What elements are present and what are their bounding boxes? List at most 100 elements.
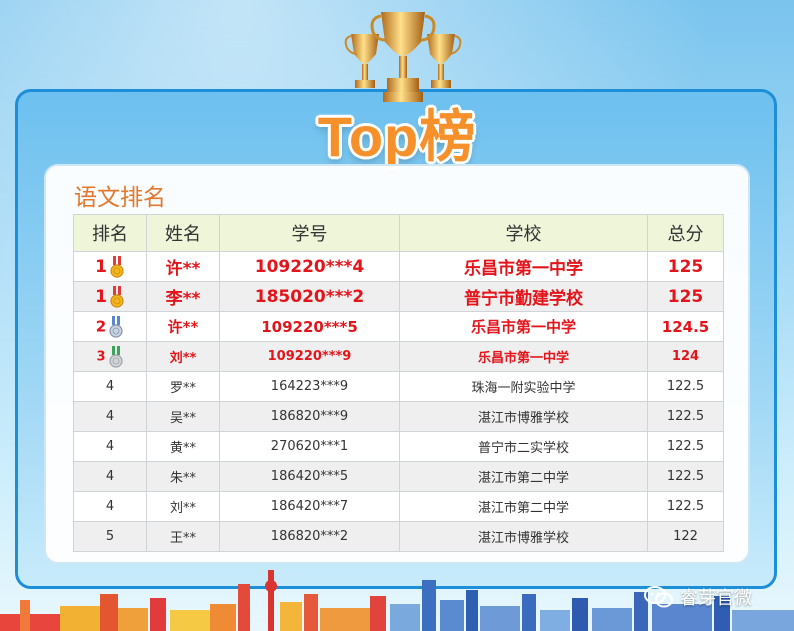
rank-cell-text: 4: [105, 379, 115, 394]
student-id-cell: 186420***5: [219, 461, 400, 492]
score-cell: 125: [647, 251, 724, 282]
name-cell: 许**: [146, 311, 220, 342]
school-cell-text: 湛江市博雅学校: [477, 411, 569, 426]
score-cell: 122.5: [647, 461, 724, 492]
school-cell-text: 湛江市博雅学校: [477, 531, 569, 546]
rank-cell-text: 5: [105, 529, 115, 544]
rank-cell: 4: [73, 431, 147, 462]
student-id-cell-text: 164223***9: [270, 379, 349, 394]
student-id-cell-text: 186420***7: [270, 499, 349, 514]
medal-icon: [110, 255, 124, 278]
name-cell-text: 罗**: [169, 381, 196, 396]
school-cell: 乐昌市第一中学: [399, 311, 648, 342]
medal-icon: [108, 345, 123, 368]
table-row: 1 许** 109220***4 乐昌市第一中学 125: [73, 251, 724, 282]
student-id-cell: 109220***9: [219, 341, 400, 372]
table-row: 1 李** 185020***2 普宁市勤建学校 125: [73, 281, 724, 312]
name-cell: 许**: [146, 251, 220, 282]
rank-cell-text: 1: [95, 256, 107, 277]
school-cell: 乐昌市第一中学: [399, 251, 648, 282]
student-id-cell: 186820***2: [219, 521, 400, 552]
table-row: 4 罗** 164223***9 珠海一附实验中学 122.5: [73, 371, 724, 402]
student-id-cell: 186820***9: [219, 401, 400, 432]
student-id-cell-text: 270620***1: [270, 439, 349, 454]
rank-cell-text: 4: [105, 409, 115, 424]
banner-title: Top榜: [317, 105, 477, 168]
header-name: 姓名: [146, 214, 220, 252]
student-id-cell-text: 186420***5: [270, 469, 349, 484]
name-cell-text: 李**: [165, 289, 201, 309]
school-cell: 湛江市博雅学校: [399, 521, 648, 552]
medal-icon: [110, 285, 124, 308]
rank-cell-text: 3: [96, 349, 106, 364]
rank-cell-text: 4: [105, 499, 115, 514]
student-id-cell: 164223***9: [219, 371, 400, 402]
student-id-cell: 109220***4: [219, 251, 400, 282]
name-cell-text: 刘**: [169, 351, 197, 366]
score-cell-text: 122: [673, 529, 698, 544]
name-cell-text: 王**: [169, 531, 196, 546]
student-id-cell: 186420***7: [219, 491, 400, 522]
header-student-id: 学号: [219, 214, 400, 252]
score-cell: 125: [647, 281, 724, 312]
rank-cell: 4: [73, 461, 147, 492]
score-cell: 122.5: [647, 371, 724, 402]
student-id-cell-text: 185020***2: [254, 286, 365, 307]
rank-cell: 1: [73, 251, 147, 282]
student-id-cell: 109220***5: [219, 311, 400, 342]
school-cell-text: 乐昌市第一中学: [470, 318, 576, 336]
name-cell-text: 黄**: [169, 441, 196, 456]
rank-cell: 1: [73, 281, 147, 312]
name-cell: 吴**: [146, 401, 220, 432]
school-cell-text: 珠海一附实验中学: [471, 381, 576, 396]
school-cell: 乐昌市第一中学: [399, 341, 648, 372]
student-id-cell-text: 109220***4: [254, 256, 365, 277]
school-cell: 普宁市勤建学校: [399, 281, 648, 312]
table-row: 4 朱** 186420***5 湛江市第二中学 122.5: [73, 461, 724, 492]
name-cell: 刘**: [146, 491, 220, 522]
table-header-row: 排名 姓名 学号 学校 总分: [73, 214, 724, 252]
school-cell: 湛江市第二中学: [399, 461, 648, 492]
school-cell-text: 乐昌市第一中学: [477, 351, 569, 366]
name-cell-text: 吴**: [169, 411, 196, 426]
school-cell-text: 湛江市第二中学: [477, 501, 569, 516]
table-row: 4 吴** 186820***9 湛江市博雅学校 122.5: [73, 401, 724, 432]
score-cell-text: 125: [667, 256, 704, 277]
score-cell: 122.5: [647, 491, 724, 522]
rank-cell: 3: [73, 341, 147, 372]
student-id-cell-text: 109220***5: [261, 317, 358, 336]
score-cell: 122: [647, 521, 724, 552]
rank-cell: 2: [73, 311, 147, 342]
header-rank: 排名: [73, 214, 147, 252]
rank-cell: 4: [73, 401, 147, 432]
student-id-cell-text: 186820***2: [270, 529, 349, 544]
school-cell: 珠海一附实验中学: [399, 371, 648, 402]
school-cell: 普宁市二实学校: [399, 431, 648, 462]
score-cell: 124.5: [647, 311, 724, 342]
name-cell: 李**: [146, 281, 220, 312]
student-id-cell-text: 109220***9: [267, 349, 352, 364]
header-score: 总分: [647, 214, 724, 252]
name-cell-text: 许**: [165, 259, 201, 279]
table-row: 4 刘** 186420***7 湛江市第二中学 122.5: [73, 491, 724, 522]
rank-cell-text: 4: [105, 439, 115, 454]
score-cell-text: 125: [667, 286, 704, 307]
score-cell-text: 122.5: [666, 499, 705, 514]
name-cell-text: 刘**: [169, 501, 196, 516]
name-cell: 刘**: [146, 341, 220, 372]
name-cell: 朱**: [146, 461, 220, 492]
ranking-table: 排名 姓名 学号 学校 总分 1 许** 109220***4 乐昌市第一中学 125 1…: [73, 214, 724, 552]
table-row: 5 王** 186820***2 湛江市博雅学校 122: [73, 521, 724, 552]
score-cell: 122.5: [647, 401, 724, 432]
watermark: 睿芽官微: [644, 584, 752, 610]
table-row: 4 黄** 270620***1 普宁市二实学校 122.5: [73, 431, 724, 462]
rank-cell: 5: [73, 521, 147, 552]
score-cell: 124: [647, 341, 724, 372]
school-cell-text: 普宁市二实学校: [477, 441, 569, 456]
rank-cell-text: 1: [95, 286, 107, 307]
table-row: 2 许** 109220***5 乐昌市第一中学 124.5: [73, 311, 724, 342]
school-cell: 湛江市博雅学校: [399, 401, 648, 432]
header-school: 学校: [399, 214, 648, 252]
student-id-cell: 270620***1: [219, 431, 400, 462]
school-cell-text: 乐昌市第一中学: [464, 259, 583, 279]
